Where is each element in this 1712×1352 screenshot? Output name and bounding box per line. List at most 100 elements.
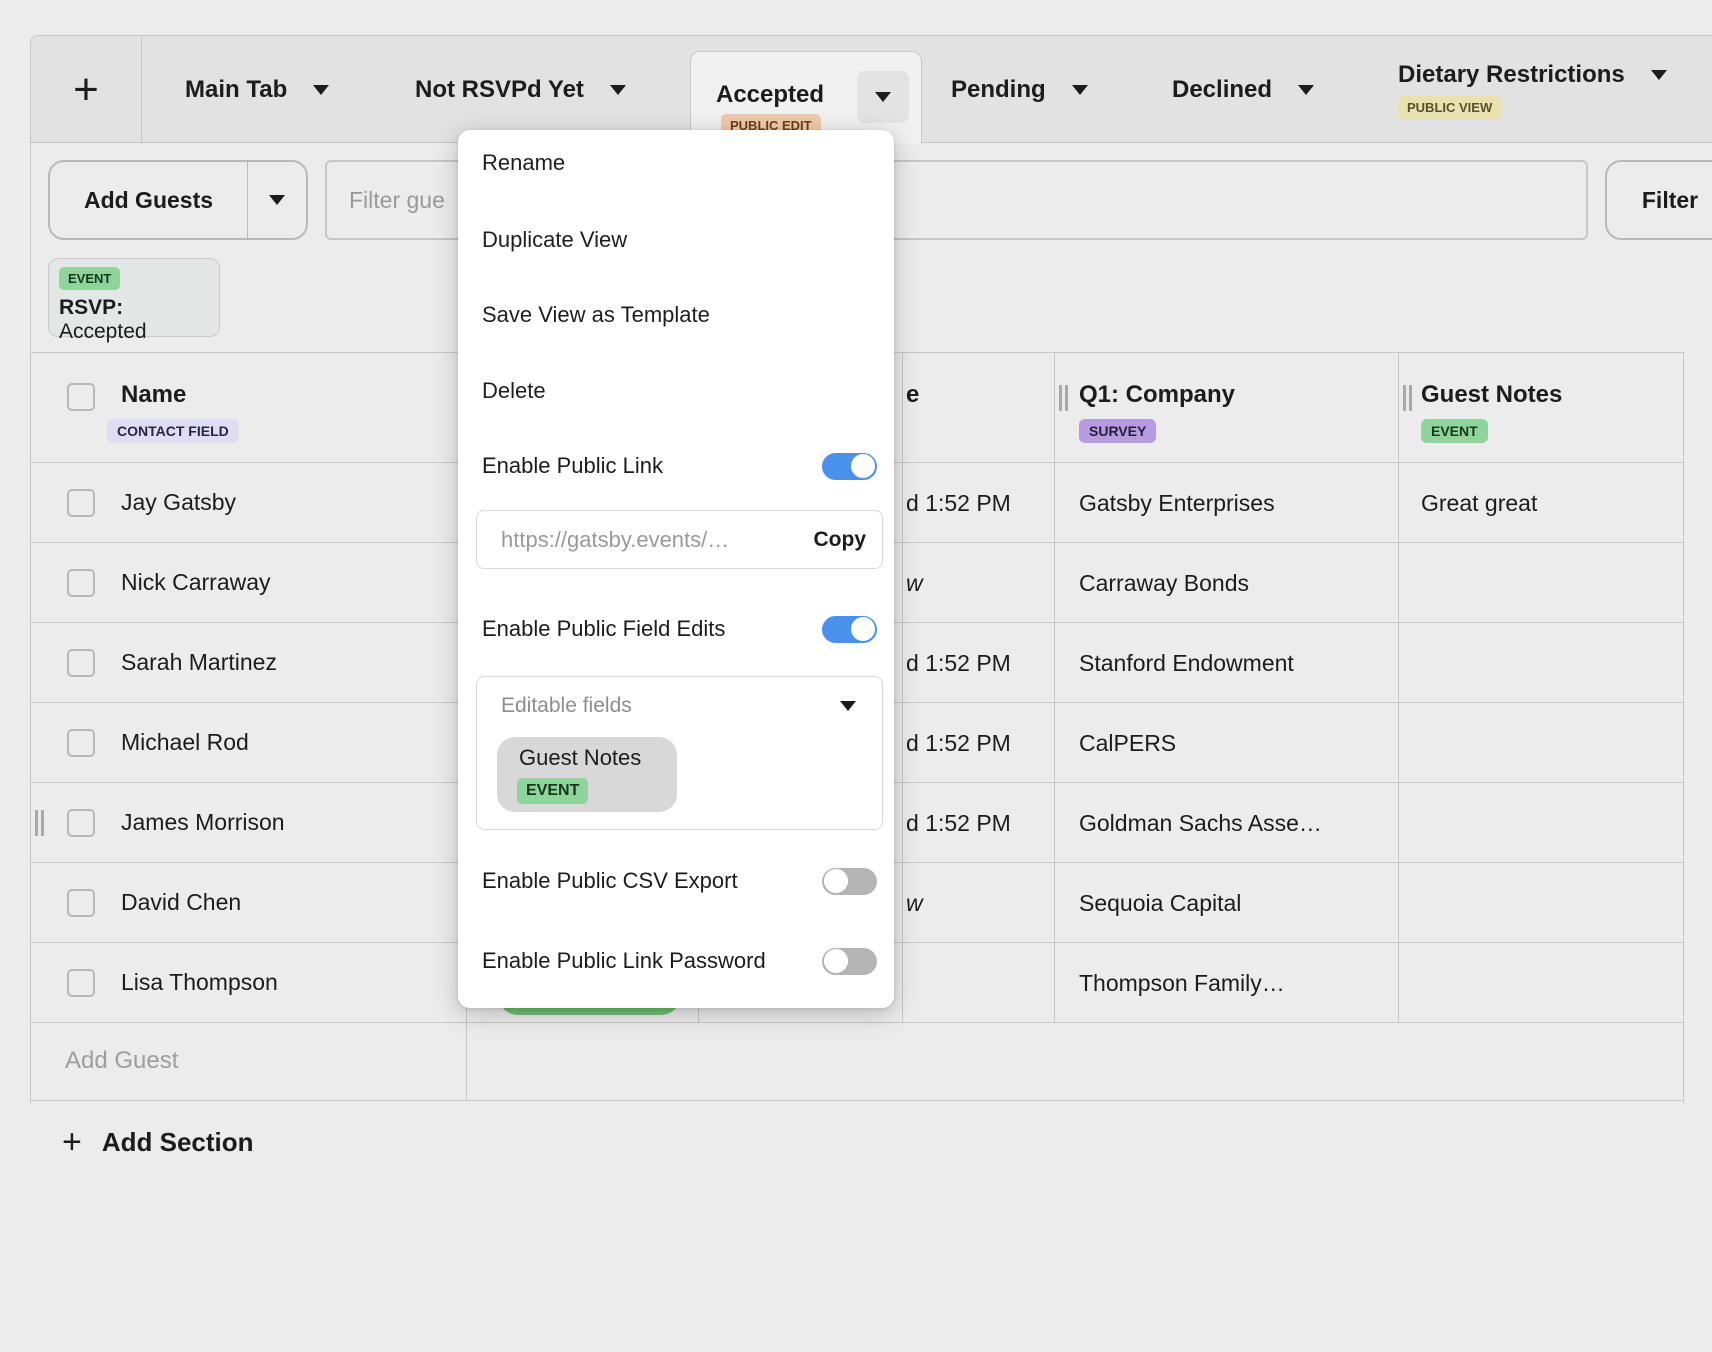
view-options-menu: Rename Duplicate View Save View as Templ… bbox=[458, 130, 894, 1008]
add-guests-dropdown[interactable] bbox=[248, 162, 306, 238]
column-header-guest-notes: Guest Notes bbox=[1421, 381, 1562, 409]
status-cell-fragment: w bbox=[906, 890, 923, 917]
column-header-name: Name bbox=[121, 381, 186, 409]
tab-main-tab[interactable]: Main Tab bbox=[185, 36, 329, 143]
drag-handle-icon[interactable] bbox=[1059, 385, 1068, 411]
company-cell: Carraway Bonds bbox=[1079, 570, 1249, 597]
status-cell-fragment: d 1:52 PM bbox=[906, 810, 1011, 837]
row-checkbox[interactable] bbox=[67, 969, 95, 997]
editable-fields-select[interactable]: Editable fields Guest Notes EVENT bbox=[476, 676, 883, 830]
public-csv-export-toggle[interactable] bbox=[822, 868, 877, 895]
tab-declined[interactable]: Declined bbox=[1172, 36, 1314, 143]
row-drag-handle-icon[interactable] bbox=[35, 810, 44, 836]
copy-link-button[interactable]: Copy bbox=[808, 528, 883, 552]
menu-item-delete[interactable]: Delete bbox=[482, 373, 546, 409]
chevron-down-icon[interactable] bbox=[313, 85, 329, 95]
row-checkbox[interactable] bbox=[67, 889, 95, 917]
toggle-label: Enable Public Link Password bbox=[482, 948, 766, 974]
row-checkbox[interactable] bbox=[67, 569, 95, 597]
select-all-checkbox[interactable] bbox=[67, 383, 95, 411]
view-tab-bar: + Main Tab Not RSVPd Yet Accepted PUBLIC… bbox=[30, 35, 1712, 143]
row-checkbox[interactable] bbox=[67, 489, 95, 517]
plus-icon: + bbox=[62, 1125, 82, 1159]
public-link-password-toggle[interactable] bbox=[822, 948, 877, 975]
menu-item-duplicate-view[interactable]: Duplicate View bbox=[482, 222, 627, 258]
guest-name: Sarah Martinez bbox=[121, 649, 277, 676]
menu-item-rename[interactable]: Rename bbox=[482, 145, 565, 181]
guest-name: Jay Gatsby bbox=[121, 489, 236, 516]
tab-dietary-restrictions[interactable]: Dietary Restrictions PUBLIC VIEW bbox=[1398, 36, 1667, 143]
menu-item-save-view-as-template[interactable]: Save View as Template bbox=[482, 297, 710, 333]
row-checkbox[interactable] bbox=[67, 809, 95, 837]
panel-left-border bbox=[30, 143, 31, 352]
tab-label: Pending bbox=[951, 76, 1046, 104]
tab-label: Not RSVPd Yet bbox=[415, 76, 584, 104]
add-guest-row[interactable]: Add Guest bbox=[31, 1023, 1683, 1101]
status-cell-fragment: w bbox=[906, 570, 923, 597]
event-badge: EVENT bbox=[1421, 419, 1488, 443]
editable-field-name: Guest Notes bbox=[519, 745, 641, 771]
rsvp-filter-chip[interactable]: EVENT RSVP: Accepted bbox=[48, 258, 220, 337]
toggle-label: Enable Public Link bbox=[482, 453, 663, 479]
add-guests-label: Add Guests bbox=[50, 162, 247, 238]
public-view-badge: PUBLIC VIEW bbox=[1398, 96, 1501, 119]
enable-public-link-password-row: Enable Public Link Password bbox=[482, 946, 877, 976]
chevron-down-icon[interactable] bbox=[1651, 70, 1667, 80]
contact-field-badge: CONTACT FIELD bbox=[107, 419, 239, 443]
tab-label: Main Tab bbox=[185, 76, 287, 104]
guest-notes-cell: Great great bbox=[1421, 490, 1537, 517]
filter-chip-value: Accepted bbox=[59, 320, 147, 343]
editable-fields-label: Editable fields bbox=[501, 694, 632, 718]
tab-label: Accepted bbox=[716, 81, 824, 109]
chevron-down-icon[interactable] bbox=[1298, 85, 1314, 95]
chevron-down-icon bbox=[875, 92, 891, 102]
company-cell: Gatsby Enterprises bbox=[1079, 490, 1275, 517]
public-link-toggle[interactable] bbox=[822, 453, 877, 480]
guest-name: Lisa Thompson bbox=[121, 969, 278, 996]
add-section-button[interactable]: + Add Section bbox=[62, 1125, 254, 1159]
guest-name: Michael Rod bbox=[121, 729, 249, 756]
status-cell-fragment: d 1:52 PM bbox=[906, 730, 1011, 757]
chevron-down-icon bbox=[269, 195, 285, 205]
filter-chip-text: RSVP: Accepted bbox=[59, 296, 209, 344]
enable-public-field-edits-row: Enable Public Field Edits bbox=[482, 614, 877, 644]
guest-list-app: + Main Tab Not RSVPd Yet Accepted PUBLIC… bbox=[0, 0, 1712, 1352]
enable-public-link-row: Enable Public Link bbox=[482, 451, 877, 481]
event-badge: EVENT bbox=[59, 267, 120, 290]
company-cell: Sequoia Capital bbox=[1079, 890, 1241, 917]
company-cell: Thompson Family… bbox=[1079, 970, 1285, 997]
add-guests-button[interactable]: Add Guests bbox=[48, 160, 308, 240]
chevron-down-icon[interactable] bbox=[1072, 85, 1088, 95]
add-section-label: Add Section bbox=[102, 1127, 254, 1158]
add-guest-label: Add Guest bbox=[65, 1047, 178, 1075]
public-field-edits-toggle[interactable] bbox=[822, 616, 877, 643]
tab-label: Dietary Restrictions bbox=[1398, 61, 1625, 89]
company-cell: CalPERS bbox=[1079, 730, 1176, 757]
company-cell: Stanford Endowment bbox=[1079, 650, 1294, 677]
add-view-tab-button[interactable]: + bbox=[31, 36, 142, 143]
toggle-label: Enable Public CSV Export bbox=[482, 868, 738, 894]
plus-icon: + bbox=[73, 65, 99, 115]
guest-name: James Morrison bbox=[121, 809, 285, 836]
filter-button[interactable]: Filter bbox=[1605, 160, 1712, 240]
drag-handle-icon[interactable] bbox=[1403, 385, 1412, 411]
survey-badge: SURVEY bbox=[1079, 419, 1156, 443]
public-link-url: https://gatsby.events/… bbox=[477, 527, 808, 553]
chevron-down-icon[interactable] bbox=[840, 701, 856, 711]
tab-pending[interactable]: Pending bbox=[951, 36, 1088, 143]
status-cell-fragment: d 1:52 PM bbox=[906, 490, 1011, 517]
chevron-down-icon[interactable] bbox=[610, 85, 626, 95]
tab-menu-button[interactable] bbox=[857, 71, 909, 123]
guest-name: David Chen bbox=[121, 889, 241, 916]
column-header-partial: e bbox=[906, 381, 919, 409]
column-border bbox=[466, 1023, 467, 1100]
guest-name: Nick Carraway bbox=[121, 569, 271, 596]
company-cell: Goldman Sachs Asse… bbox=[1079, 810, 1322, 837]
public-link-url-box: https://gatsby.events/… Copy bbox=[476, 510, 883, 569]
tab-not-rsvpd-yet[interactable]: Not RSVPd Yet bbox=[415, 36, 626, 143]
enable-public-csv-export-row: Enable Public CSV Export bbox=[482, 866, 877, 896]
row-checkbox[interactable] bbox=[67, 649, 95, 677]
row-checkbox[interactable] bbox=[67, 729, 95, 757]
event-badge: EVENT bbox=[517, 778, 588, 804]
editable-field-chip[interactable]: Guest Notes EVENT bbox=[497, 737, 677, 812]
